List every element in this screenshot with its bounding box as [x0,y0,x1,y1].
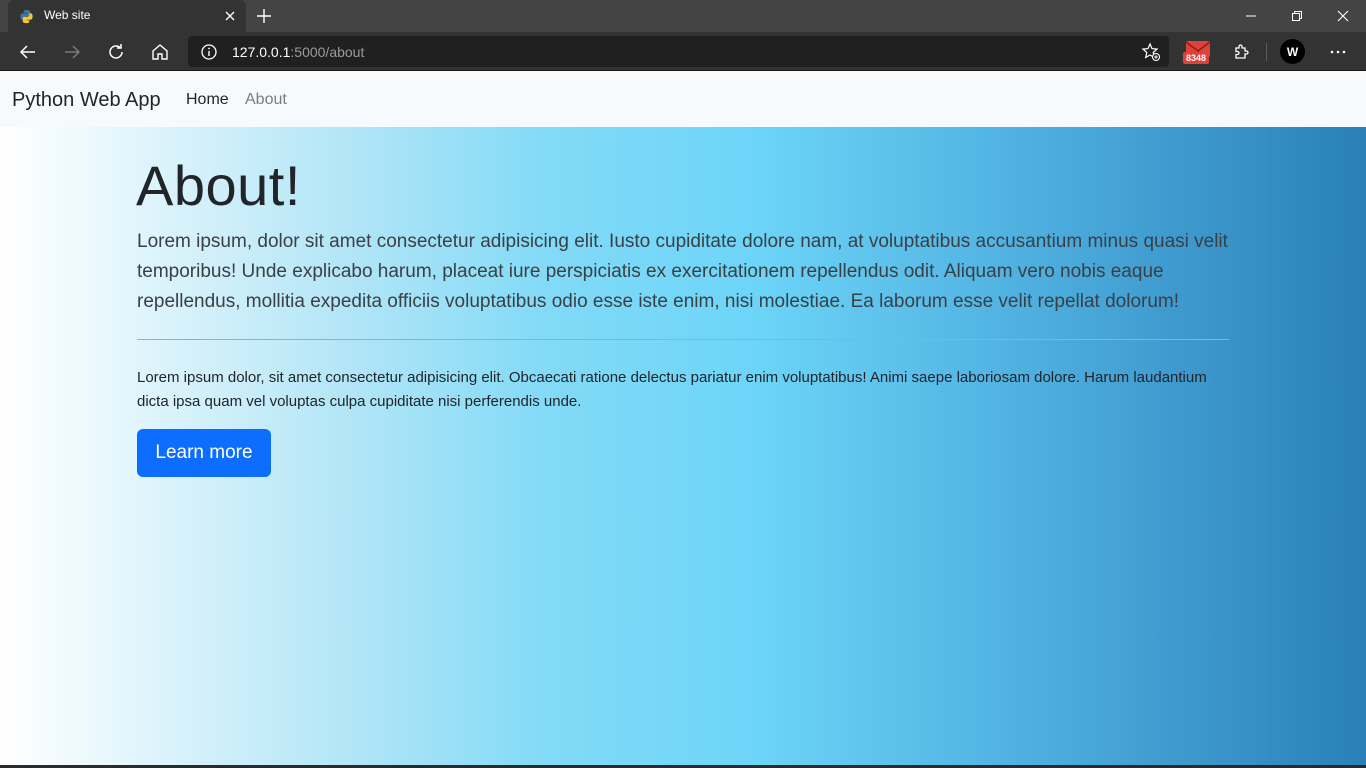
python-icon [20,9,33,24]
url-path: :5000/about [290,44,365,60]
learn-more-button[interactable]: Learn more [137,429,271,477]
address-bar[interactable]: 127.0.0.1:5000/about [188,36,1169,67]
refresh-icon [109,44,123,59]
more-button[interactable] [1322,36,1354,68]
restore-icon [1292,11,1302,21]
tab-title: Web site [44,8,91,22]
nav-link-about[interactable]: About [245,91,287,109]
forward-button[interactable] [56,36,88,68]
tab-close-icon[interactable] [220,6,240,26]
refresh-button[interactable] [100,36,132,68]
hero-section: About! Lorem ipsum, dolor sit amet conse… [0,127,1366,765]
more-icon [1330,50,1346,54]
back-button[interactable] [12,36,44,68]
mail-count-badge: 8348 [1183,52,1210,64]
toolbar-separator [1266,43,1267,61]
body-paragraph: Lorem ipsum dolor, sit amet consectetur … [137,369,1207,410]
lead-paragraph: Lorem ipsum, dolor sit amet consectetur … [137,231,1228,312]
new-tab-icon[interactable] [253,5,275,27]
divider [137,339,1229,340]
restore-button[interactable] [1274,0,1320,32]
back-icon [19,45,35,59]
url-text[interactable]: 127.0.0.1:5000/about [232,44,364,60]
home-button[interactable] [144,36,176,68]
page-title: About! [136,154,301,217]
extensions-icon [1235,44,1249,59]
profile-avatar[interactable]: W [1280,39,1305,64]
window-close-button[interactable] [1320,0,1366,32]
extensions-button[interactable] [1225,36,1257,68]
nav-link-home[interactable]: Home [186,91,229,109]
tab-strip: Web site [0,0,1366,32]
page-viewport: Python Web App Home About About! Lorem i… [0,71,1366,765]
site-navbar: Python Web App Home About [0,71,1366,127]
close-icon [1337,10,1349,22]
minimize-button[interactable] [1228,0,1274,32]
info-icon[interactable] [200,43,218,61]
browser-tab[interactable]: Web site [8,0,246,32]
browser-toolbar: 127.0.0.1:5000/about 8348 W [0,32,1366,71]
forward-icon [65,45,81,59]
home-icon [152,44,168,60]
navbar-brand[interactable]: Python Web App [12,89,161,112]
url-host: 127.0.0.1 [232,44,291,60]
minimize-icon [1246,15,1256,17]
favorites-add-icon[interactable] [1141,42,1161,62]
